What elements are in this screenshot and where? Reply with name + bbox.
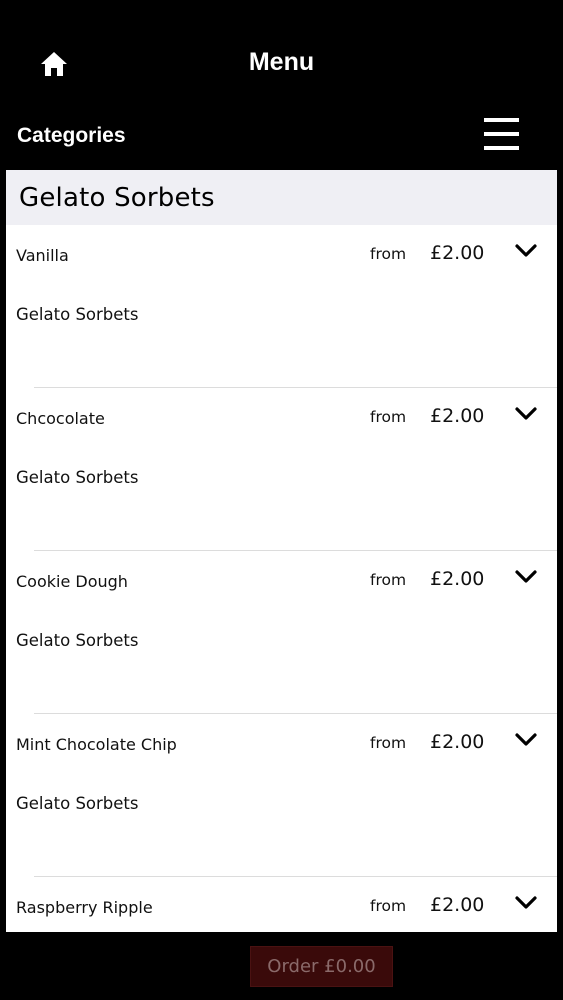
categories-label[interactable]: Categories [17,124,126,148]
menu-item[interactable]: Chcocolate from £2.00 Gelato Sorbets [6,388,557,551]
item-price: £2.00 [430,242,485,264]
item-name: Chcocolate [16,409,105,428]
categories-bar: Categories [0,110,563,168]
item-from-label: from [370,734,407,752]
item-name: Mint Chocolate Chip [16,735,177,754]
hamburger-menu-icon[interactable] [482,116,522,156]
chevron-down-icon[interactable] [514,568,538,586]
menu-item[interactable]: Mint Chocolate Chip from £2.00 Gelato So… [6,714,557,877]
item-name: Vanilla [16,246,69,265]
section-title: Gelato Sorbets [19,182,215,213]
item-price: £2.00 [430,405,485,427]
item-price: £2.00 [430,731,485,753]
item-price: £2.00 [430,568,485,590]
nav-bar: Menu [0,0,563,120]
chevron-down-icon[interactable] [514,242,538,260]
item-name: Cookie Dough [16,572,128,591]
menu-item[interactable]: Vanilla from £2.00 Gelato Sorbets [6,225,557,388]
section-header: Gelato Sorbets [6,170,557,225]
item-description: Gelato Sorbets [16,794,139,813]
item-description: Gelato Sorbets [16,468,139,487]
item-from-label: from [370,408,407,426]
item-from-label: from [370,245,407,263]
item-from-label: from [370,571,407,589]
item-description: Gelato Sorbets [16,631,139,650]
menu-list: Gelato Sorbets Vanilla from £2.00 Gelato… [6,170,557,932]
item-price: £2.00 [430,894,485,916]
menu-item[interactable]: Raspberry Ripple from £2.00 [6,877,557,932]
item-from-label: from [370,897,407,915]
item-name: Raspberry Ripple [16,898,153,917]
chevron-down-icon[interactable] [514,731,538,749]
order-button[interactable]: Order £0.00 [250,946,393,987]
item-description: Gelato Sorbets [16,305,139,324]
page-title: Menu [248,48,315,76]
chevron-down-icon[interactable] [514,894,538,912]
menu-item[interactable]: Cookie Dough from £2.00 Gelato Sorbets [6,551,557,714]
chevron-down-icon[interactable] [514,405,538,423]
